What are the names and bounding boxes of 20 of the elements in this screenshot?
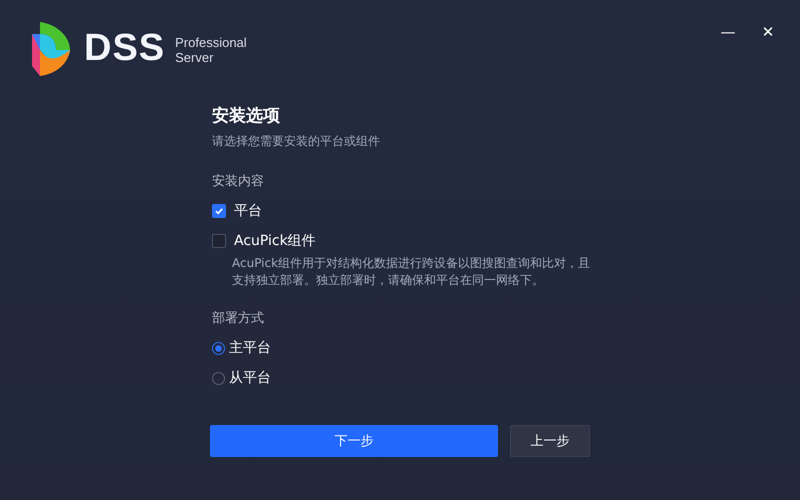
section-label: 安装内容: [212, 173, 265, 190]
page-title: 安装选项: [212, 105, 281, 127]
close-button[interactable]: ✕: [754, 20, 782, 44]
radio-button[interactable]: [212, 372, 225, 384]
brand-name: DSS: [84, 26, 166, 70]
back-button[interactable]: 上一步: [510, 425, 590, 457]
checkbox[interactable]: [212, 204, 226, 218]
next-button[interactable]: 下一步: [210, 425, 498, 457]
option-description: AcuPick组件用于对结构化数据进行跨设备以图搜图查询和比对，且支持独立部署。独立部署时，请确保和平台在同一网络下。: [232, 255, 592, 289]
checkbox-label: 平台: [234, 202, 262, 220]
minimize-button[interactable]: —: [714, 20, 742, 44]
brand-subtitle: Server: [175, 50, 214, 65]
checkbox[interactable]: [212, 234, 226, 248]
radio-label: 从平台: [229, 369, 271, 387]
radio-label: 主平台: [229, 339, 271, 357]
section-label: 部署方式: [212, 310, 265, 327]
page-subtitle: 请选择您需要安装的平台或组件: [212, 133, 381, 150]
radio-button[interactable]: [212, 342, 225, 354]
checkbox-label: AcuPick组件: [234, 232, 316, 250]
brand-subtitle: Professional: [175, 35, 247, 50]
